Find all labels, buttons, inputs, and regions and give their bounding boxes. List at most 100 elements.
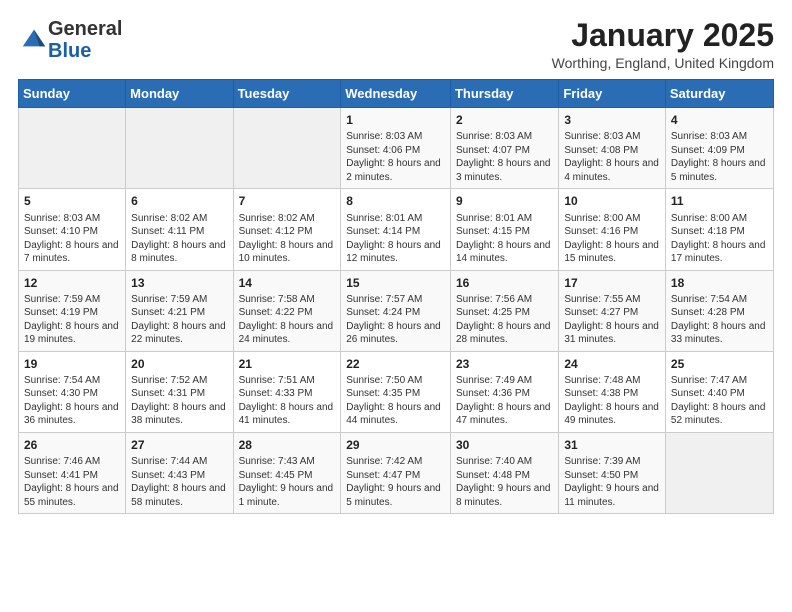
day-info: Sunrise: 7:59 AM Sunset: 4:19 PM Dayligh…	[24, 293, 120, 347]
month-title: January 2025	[552, 18, 774, 53]
calendar-cell: 14 Sunrise: 7:58 AM Sunset: 4:22 PM Dayli…	[233, 270, 341, 351]
calendar-cell: 29Sunrise: 7:42 AM Sunset: 4:47 PM Dayli…	[341, 432, 451, 513]
day-number: 14	[239, 275, 336, 291]
day-info: Sunrise: 7:58 AM Sunset: 4:22 PM Dayligh…	[239, 293, 336, 347]
calendar-cell: 5 Sunrise: 8:03 AM Sunset: 4:10 PM Daylig…	[19, 189, 126, 270]
day-number: 12	[24, 275, 120, 291]
calendar-cell: 15 Sunrise: 7:57 AM Sunset: 4:24 PM Dayli…	[341, 270, 451, 351]
day-number: 25	[671, 356, 768, 372]
day-number: 19	[24, 356, 120, 372]
day-number: 11	[671, 193, 768, 209]
day-info: Sunrise: 8:01 AM Sunset: 4:14 PM Dayligh…	[346, 212, 445, 266]
day-info: Sunrise: 8:00 AM Sunset: 4:16 PM Dayligh…	[564, 212, 660, 266]
calendar-week-row: 5 Sunrise: 8:03 AM Sunset: 4:10 PM Daylig…	[19, 189, 774, 270]
day-info: Sunrise: 7:54 AM Sunset: 4:30 PM Dayligh…	[24, 374, 120, 428]
day-info: Sunrise: 7:44 AM Sunset: 4:43 PM Dayligh…	[131, 455, 227, 509]
day-number: 22	[346, 356, 445, 372]
calendar-cell: 10 Sunrise: 8:00 AM Sunset: 4:16 PM Dayli…	[559, 189, 666, 270]
day-number: 24	[564, 356, 660, 372]
page: General Blue January 2025 Worthing, Engl…	[0, 0, 792, 524]
day-info: Sunrise: 8:03 AM Sunset: 4:10 PM Dayligh…	[24, 212, 120, 266]
weekday-header: Monday	[126, 80, 233, 108]
day-info: Sunrise: 7:46 AM Sunset: 4:41 PM Dayligh…	[24, 455, 120, 509]
calendar-cell: 6 Sunrise: 8:02 AM Sunset: 4:11 PM Daylig…	[126, 189, 233, 270]
calendar-cell: 12 Sunrise: 7:59 AM Sunset: 4:19 PM Dayli…	[19, 270, 126, 351]
calendar-cell: 4Sunrise: 8:03 AM Sunset: 4:09 PM Daylig…	[665, 108, 773, 189]
weekday-header: Friday	[559, 80, 666, 108]
day-number: 1	[346, 112, 445, 128]
day-info: Sunrise: 8:02 AM Sunset: 4:11 PM Dayligh…	[131, 212, 227, 266]
logo-text: General Blue	[48, 18, 122, 62]
day-number: 13	[131, 275, 227, 291]
calendar-cell	[665, 432, 773, 513]
day-info: Sunrise: 7:52 AM Sunset: 4:31 PM Dayligh…	[131, 374, 227, 428]
calendar-cell: 26 Sunrise: 7:46 AM Sunset: 4:41 PM Dayli…	[19, 432, 126, 513]
weekday-header: Thursday	[450, 80, 558, 108]
calendar-cell: 20 Sunrise: 7:52 AM Sunset: 4:31 PM Dayli…	[126, 351, 233, 432]
calendar-cell: 3 Sunrise: 8:03 AM Sunset: 4:08 PM Daylig…	[559, 108, 666, 189]
calendar-cell: 1 Sunrise: 8:03 AM Sunset: 4:06 PM Daylig…	[341, 108, 451, 189]
weekday-header: Wednesday	[341, 80, 451, 108]
day-info: Sunrise: 7:39 AM Sunset: 4:50 PM Dayligh…	[564, 455, 660, 509]
calendar-cell: 28Sunrise: 7:43 AM Sunset: 4:45 PM Dayli…	[233, 432, 341, 513]
day-number: 16	[456, 275, 553, 291]
calendar-cell: 11Sunrise: 8:00 AM Sunset: 4:18 PM Dayli…	[665, 189, 773, 270]
location: Worthing, England, United Kingdom	[552, 55, 774, 71]
day-number: 26	[24, 437, 120, 453]
day-info: Sunrise: 7:55 AM Sunset: 4:27 PM Dayligh…	[564, 293, 660, 347]
day-number: 6	[131, 193, 227, 209]
day-info: Sunrise: 7:56 AM Sunset: 4:25 PM Dayligh…	[456, 293, 553, 347]
calendar-cell: 31 Sunrise: 7:39 AM Sunset: 4:50 PM Dayli…	[559, 432, 666, 513]
day-info: Sunrise: 8:02 AM Sunset: 4:12 PM Dayligh…	[239, 212, 336, 266]
day-info: Sunrise: 8:01 AM Sunset: 4:15 PM Dayligh…	[456, 212, 553, 266]
calendar-cell: 30 Sunrise: 7:40 AM Sunset: 4:48 PM Dayli…	[450, 432, 558, 513]
day-info: Sunrise: 7:49 AM Sunset: 4:36 PM Dayligh…	[456, 374, 553, 428]
day-number: 4	[671, 112, 768, 128]
day-number: 23	[456, 356, 553, 372]
day-number: 2	[456, 112, 553, 128]
calendar-table: SundayMondayTuesdayWednesdayThursdayFrid…	[18, 79, 774, 514]
logo-icon	[20, 24, 48, 52]
day-number: 18	[671, 275, 768, 291]
day-number: 15	[346, 275, 445, 291]
day-number: 17	[564, 275, 660, 291]
day-number: 30	[456, 437, 553, 453]
day-info: Sunrise: 7:54 AM Sunset: 4:28 PM Dayligh…	[671, 293, 768, 347]
weekday-header: Sunday	[19, 80, 126, 108]
day-info: Sunrise: 8:03 AM Sunset: 4:08 PM Dayligh…	[564, 130, 660, 184]
title-block: January 2025 Worthing, England, United K…	[552, 18, 774, 71]
calendar-cell: 21Sunrise: 7:51 AM Sunset: 4:33 PM Dayli…	[233, 351, 341, 432]
calendar-cell: 2 Sunrise: 8:03 AM Sunset: 4:07 PM Daylig…	[450, 108, 558, 189]
day-info: Sunrise: 7:59 AM Sunset: 4:21 PM Dayligh…	[131, 293, 227, 347]
calendar-cell: 16 Sunrise: 7:56 AM Sunset: 4:25 PM Dayli…	[450, 270, 558, 351]
day-number: 9	[456, 193, 553, 209]
day-info: Sunrise: 8:03 AM Sunset: 4:06 PM Dayligh…	[346, 130, 445, 184]
day-info: Sunrise: 7:40 AM Sunset: 4:48 PM Dayligh…	[456, 455, 553, 509]
day-number: 28	[239, 437, 336, 453]
calendar-week-row: 12 Sunrise: 7:59 AM Sunset: 4:19 PM Dayli…	[19, 270, 774, 351]
logo: General Blue	[18, 18, 122, 62]
day-info: Sunrise: 8:03 AM Sunset: 4:07 PM Dayligh…	[456, 130, 553, 184]
calendar-cell: 22Sunrise: 7:50 AM Sunset: 4:35 PM Dayli…	[341, 351, 451, 432]
day-number: 20	[131, 356, 227, 372]
day-number: 31	[564, 437, 660, 453]
calendar-cell: 23 Sunrise: 7:49 AM Sunset: 4:36 PM Dayli…	[450, 351, 558, 432]
day-number: 3	[564, 112, 660, 128]
day-number: 5	[24, 193, 120, 209]
calendar-header-row: SundayMondayTuesdayWednesdayThursdayFrid…	[19, 80, 774, 108]
calendar-cell: 19 Sunrise: 7:54 AM Sunset: 4:30 PM Dayli…	[19, 351, 126, 432]
day-number: 10	[564, 193, 660, 209]
day-info: Sunrise: 7:57 AM Sunset: 4:24 PM Dayligh…	[346, 293, 445, 347]
calendar-cell: 24Sunrise: 7:48 AM Sunset: 4:38 PM Dayli…	[559, 351, 666, 432]
calendar-week-row: 1 Sunrise: 8:03 AM Sunset: 4:06 PM Daylig…	[19, 108, 774, 189]
day-number: 8	[346, 193, 445, 209]
day-info: Sunrise: 7:51 AM Sunset: 4:33 PM Dayligh…	[239, 374, 336, 428]
calendar-cell: 18 Sunrise: 7:54 AM Sunset: 4:28 PM Dayli…	[665, 270, 773, 351]
calendar-cell: 27Sunrise: 7:44 AM Sunset: 4:43 PM Dayli…	[126, 432, 233, 513]
calendar-week-row: 26 Sunrise: 7:46 AM Sunset: 4:41 PM Dayli…	[19, 432, 774, 513]
day-info: Sunrise: 7:42 AM Sunset: 4:47 PM Dayligh…	[346, 455, 445, 509]
calendar-cell: 25Sunrise: 7:47 AM Sunset: 4:40 PM Dayli…	[665, 351, 773, 432]
calendar-cell: 8 Sunrise: 8:01 AM Sunset: 4:14 PM Daylig…	[341, 189, 451, 270]
calendar-cell	[126, 108, 233, 189]
day-number: 7	[239, 193, 336, 209]
